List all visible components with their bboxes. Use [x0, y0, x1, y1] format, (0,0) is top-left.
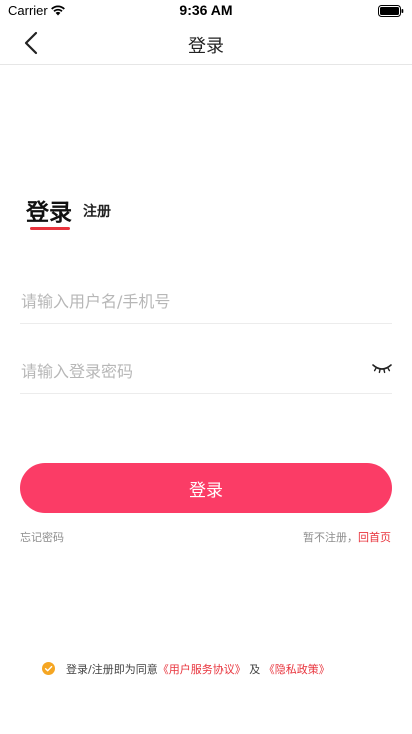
privacy-policy-link[interactable]: 《隐私政策》	[264, 663, 330, 676]
eye-closed-icon[interactable]	[372, 361, 392, 375]
username-input[interactable]	[20, 279, 351, 323]
nav-bar: 登录	[0, 22, 412, 65]
page-title: 登录	[188, 36, 224, 57]
battery-icon	[378, 5, 404, 17]
agreement-prefix: 登录/注册即为同意	[66, 663, 158, 676]
skip-register-row: 暂不注册，回首页	[303, 529, 391, 545]
agreement-text: 登录/注册即为同意《用户服务协议》 及 《隐私政策》	[66, 661, 330, 677]
password-field-row	[20, 349, 392, 394]
tab-login[interactable]: 登录	[26, 193, 72, 227]
tab-register[interactable]: 注册	[83, 201, 111, 221]
status-bar: Carrier 9:36 AM	[0, 0, 412, 22]
password-input[interactable]	[20, 349, 351, 393]
forgot-password-link[interactable]: 忘记密码	[20, 529, 64, 545]
checkbox-checked-icon[interactable]	[42, 662, 55, 675]
user-agreement-link[interactable]: 《用户服务协议》	[158, 663, 246, 676]
username-field-row	[20, 279, 392, 324]
agreement-conjunction: 及	[249, 663, 261, 676]
back-to-home-link[interactable]: 回首页	[358, 531, 391, 544]
active-tab-indicator	[30, 227, 70, 230]
login-button[interactable]: 登录	[20, 463, 392, 513]
skip-register-text: 暂不注册，	[303, 531, 358, 544]
status-time: 9:36 AM	[179, 2, 233, 18]
